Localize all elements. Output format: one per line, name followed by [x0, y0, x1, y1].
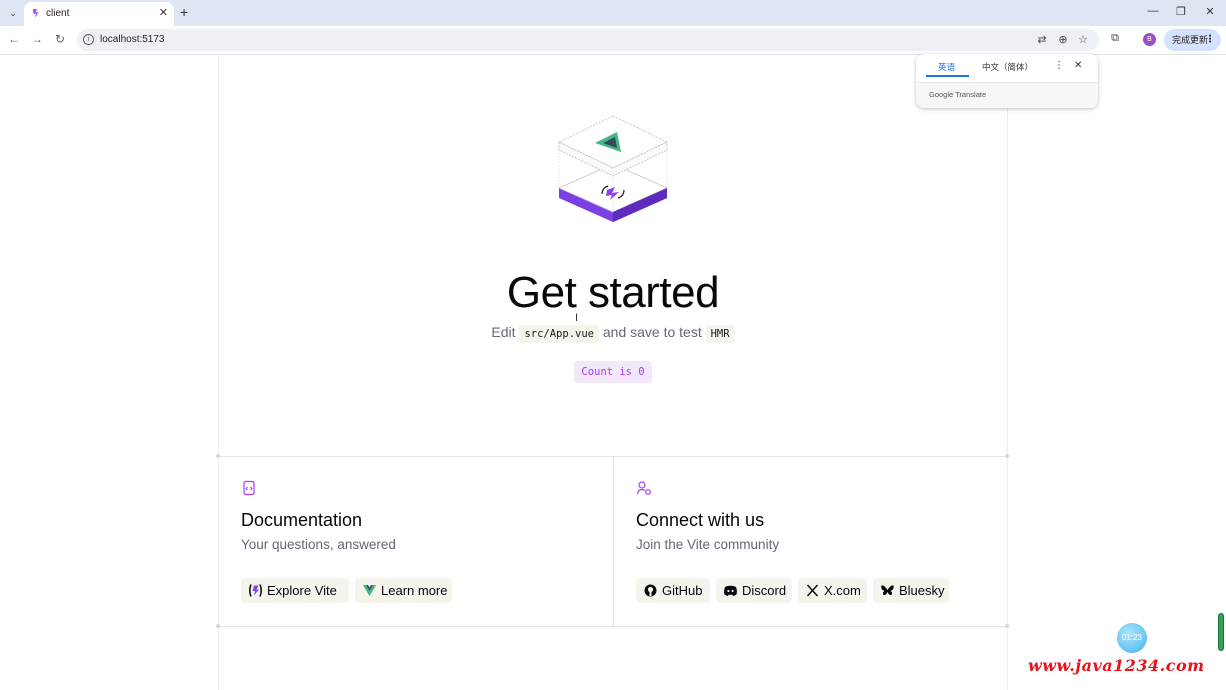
subtitle-edit: Edit	[491, 324, 516, 340]
vite-favicon-icon	[33, 9, 39, 18]
vite-logo-icon	[249, 584, 262, 597]
popup-footer: Google Translate	[916, 83, 1098, 108]
subtitle-mid: and save to test	[602, 324, 702, 340]
community-icon	[636, 481, 651, 495]
restore-icon[interactable]: ❐	[1173, 5, 1189, 18]
translate-icon[interactable]: ⇄	[1035, 33, 1049, 46]
x-link[interactable]: X.com	[798, 578, 867, 603]
source-language-tab[interactable]: 英语	[938, 61, 955, 73]
bookmark-star-icon[interactable]: ☆	[1076, 33, 1090, 46]
discord-label: Discord	[742, 583, 787, 598]
corner-dot	[1005, 454, 1009, 458]
discord-link[interactable]: Discord	[716, 578, 792, 603]
docs-icon	[243, 480, 255, 496]
bluesky-link[interactable]: Bluesky	[873, 578, 949, 603]
page-subtitle: Edit src/App.vue and save to test HMR	[0, 324, 1226, 343]
timer-badge[interactable]: 01:23	[1117, 623, 1147, 653]
tab-strip: ⌄ client ✕ + — ❐ ✕	[0, 0, 1226, 26]
community-subtitle: Join the Vite community	[636, 537, 780, 552]
update-button[interactable]: 完成更新 ⋮	[1164, 29, 1221, 51]
hero-illustration	[558, 115, 668, 222]
learn-more-label: Learn more	[381, 583, 448, 598]
file-path-code: src/App.vue	[519, 325, 599, 343]
reload-icon[interactable]: ↻	[53, 32, 67, 46]
github-icon	[644, 584, 657, 597]
translate-close-icon[interactable]: ✕	[1074, 60, 1082, 71]
explore-vite-label: Explore Vite	[267, 583, 337, 598]
corner-dot	[1005, 624, 1009, 628]
minimize-icon[interactable]: —	[1145, 5, 1161, 17]
tab-close-icon[interactable]: ✕	[159, 6, 168, 19]
count-button[interactable]: Count is 0	[574, 361, 652, 383]
x-label: X.com	[824, 583, 861, 598]
documentation-title: Documentation	[241, 510, 363, 530]
bluesky-icon	[881, 585, 894, 596]
section-divider-bottom	[218, 626, 1008, 627]
side-scroll-handle[interactable]	[1218, 613, 1224, 651]
github-label: GitHub	[662, 583, 703, 598]
learn-more-link[interactable]: Learn more	[355, 578, 452, 603]
profile-avatar[interactable]: B	[1143, 33, 1156, 46]
corner-dot	[216, 454, 220, 458]
new-tab-button[interactable]: +	[180, 4, 188, 20]
github-link[interactable]: GitHub	[636, 578, 710, 603]
documentation-subtitle: Your questions, answered	[241, 537, 396, 552]
extensions-icon[interactable]: ⧉	[1108, 32, 1122, 45]
window-close-icon[interactable]: ✕	[1202, 5, 1218, 18]
site-info-icon[interactable]: i	[83, 34, 94, 45]
browser-tab-client[interactable]: client ✕	[24, 2, 174, 26]
back-arrow-icon[interactable]: ←	[7, 32, 21, 46]
watermark-text: www.java1234.com	[1028, 656, 1205, 675]
tab-title: client	[46, 8, 70, 19]
tab-search-icon[interactable]: ⌄	[5, 5, 21, 21]
section-divider-vertical	[613, 457, 614, 626]
active-tab-indicator	[926, 75, 969, 77]
forward-arrow-icon[interactable]: →	[30, 32, 44, 46]
google-translate-brand: Google Translate	[929, 90, 987, 99]
address-bar[interactable]: i localhost:5173 ⇄ ⊕ ☆	[77, 29, 1099, 51]
vue-logo-icon	[363, 585, 376, 596]
page-title: Get started	[506, 268, 720, 317]
update-label: 完成更新	[1172, 35, 1209, 45]
corner-dot	[216, 624, 220, 628]
bluesky-label: Bluesky	[899, 583, 945, 598]
community-title: Connect with us	[636, 510, 765, 530]
menu-dots-icon[interactable]: ⋮	[1205, 29, 1215, 51]
discord-icon	[724, 585, 737, 596]
translate-options-icon[interactable]: ⋮	[1054, 60, 1064, 71]
target-language-tab[interactable]: 中文（简体）	[982, 61, 1033, 73]
browser-toolbar: ← → ↻ i localhost:5173 ⇄ ⊕ ☆ ⧉ B 完成更新 ⋮	[0, 26, 1226, 55]
zoom-icon[interactable]: ⊕	[1056, 33, 1070, 46]
explore-vite-link[interactable]: Explore Vite	[241, 578, 349, 603]
url-text[interactable]: localhost:5173	[100, 34, 165, 45]
translate-popup: 英语 中文（简体） ⋮ ✕ Google Translate	[916, 54, 1098, 108]
x-icon	[806, 584, 819, 597]
hmr-code: HMR	[705, 325, 735, 343]
text-cursor-icon: I	[575, 312, 579, 324]
